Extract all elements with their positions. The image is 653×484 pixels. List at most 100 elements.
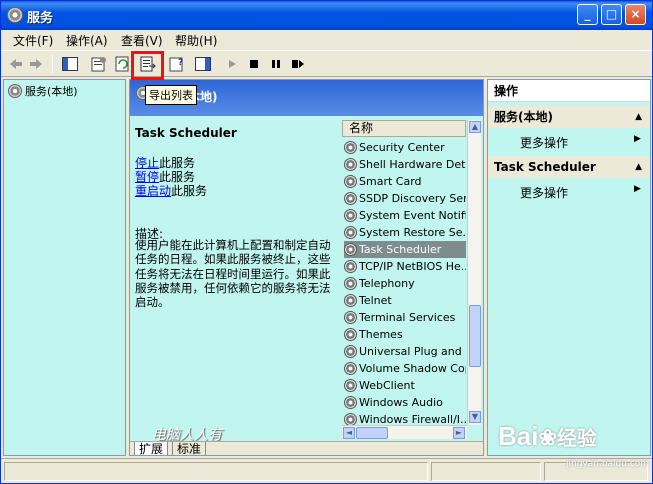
actions-pane: 操作 服务(本地) ▲ 更多操作 ▶ Task Scheduler ▲ 更多操作…	[487, 79, 651, 456]
service-name-label: Security Center	[359, 141, 445, 154]
baidu-url: jingyan.baidu.com	[566, 459, 650, 469]
description-text: 使用户能在此计算机上配置和制定自动任务的日程。如果此服务被终止，这些任务将无法在…	[135, 238, 331, 310]
restart-service-icon[interactable]	[289, 55, 307, 73]
list-item[interactable]: Universal Plug and ...	[344, 343, 466, 360]
scroll-thumb[interactable]	[469, 305, 481, 367]
service-gear-icon	[344, 192, 357, 205]
more-actions-label: 更多操作	[520, 136, 569, 150]
list-item[interactable]: Security Center	[344, 139, 466, 156]
show-hide-tree-icon[interactable]	[61, 55, 79, 73]
paw-icon: ❀	[538, 425, 557, 450]
service-gear-icon	[344, 209, 357, 222]
list-item[interactable]: System Restore Se...	[344, 224, 466, 241]
maximize-button[interactable]: □	[601, 4, 622, 25]
menu-file[interactable]: 文件(F)	[9, 31, 57, 50]
list-item[interactable]: SSDP Discovery Ser...	[344, 190, 466, 207]
minimize-button[interactable]: _	[577, 4, 598, 25]
horizontal-scrollbar[interactable]: ◄ ►	[342, 425, 467, 439]
services-list: 名称 Security Center Shell Hardware Det... S…	[342, 120, 483, 440]
actions-group-task-scheduler[interactable]: Task Scheduler ▲	[488, 156, 650, 178]
stop-service-icon[interactable]	[245, 55, 263, 73]
list-item[interactable]: WebClient	[344, 377, 466, 394]
menu-help[interactable]: 帮助(H)	[171, 31, 221, 50]
actions-group-label: 服务(本地)	[494, 110, 553, 124]
service-gear-icon	[344, 260, 357, 273]
service-name-label: Terminal Services	[359, 311, 456, 324]
list-item[interactable]: Smart Card	[344, 173, 466, 190]
service-name-label: WebClient	[359, 379, 415, 392]
vertical-scrollbar[interactable]: ▲ ▼	[467, 120, 481, 425]
console-tree: 服务(本地)	[3, 79, 126, 456]
more-actions-item[interactable]: 更多操作 ▶	[520, 134, 641, 151]
more-actions-label: 更多操作	[520, 186, 569, 200]
refresh-icon[interactable]	[114, 55, 132, 73]
list-item[interactable]: Windows Audio	[344, 394, 466, 411]
more-actions-item[interactable]: 更多操作 ▶	[520, 184, 641, 201]
tree-item-services-local[interactable]: 服务(本地)	[8, 83, 78, 99]
tab-extended[interactable]: 扩展	[134, 442, 169, 455]
service-gear-icon	[344, 277, 357, 290]
list-item[interactable]: Shell Hardware Det...	[344, 156, 466, 173]
help-icon[interactable]: ?	[168, 55, 186, 73]
list-item[interactable]: TCP/IP NetBIOS He...	[344, 258, 466, 275]
menu-action[interactable]: 操作(A)	[62, 31, 112, 50]
scroll-left-icon[interactable]: ◄	[343, 427, 355, 439]
actions-group-services[interactable]: 服务(本地) ▲	[488, 106, 650, 128]
tree-item-label: 服务(本地)	[25, 85, 78, 98]
service-name-label: Universal Plug and ...	[359, 345, 466, 358]
service-gear-icon	[344, 175, 357, 188]
service-gear-icon	[344, 158, 357, 171]
list-item[interactable]: System Event Notifi...	[344, 207, 466, 224]
properties-icon[interactable]	[90, 55, 108, 73]
list-item[interactable]: Terminal Services	[344, 309, 466, 326]
scroll-up-icon[interactable]: ▲	[469, 121, 481, 133]
list-item[interactable]: Themes	[344, 326, 466, 343]
status-bar	[1, 458, 652, 483]
services-app-icon	[7, 7, 23, 23]
submenu-arrow-icon: ▶	[634, 184, 641, 194]
list-item[interactable]: Telnet	[344, 292, 466, 309]
service-name-label: SSDP Discovery Ser...	[359, 192, 466, 205]
service-gear-icon	[344, 243, 357, 256]
collapse-up-icon[interactable]: ▲	[635, 106, 642, 128]
service-gear-icon	[344, 226, 357, 239]
service-gear-icon	[344, 311, 357, 324]
service-name-label: TCP/IP NetBIOS He...	[359, 260, 466, 273]
service-gear-icon	[344, 294, 357, 307]
service-name-label: System Restore Se...	[359, 226, 466, 239]
submenu-arrow-icon: ▶	[634, 134, 641, 144]
service-description-panel: Task Scheduler 停止此服务 暂停此服务 重启动此服务 描述: 使用…	[130, 116, 337, 441]
scroll-down-icon[interactable]: ▼	[469, 411, 481, 423]
service-gear-icon	[344, 396, 357, 409]
title-bar[interactable]: 服务 _ □ ×	[1, 1, 652, 30]
show-hide-action-pane-icon[interactable]	[194, 55, 212, 73]
menu-bar: 文件(F) 操作(A) 查看(V) 帮助(H)	[1, 30, 652, 49]
list-item[interactable]: Volume Shadow Copy	[344, 360, 466, 377]
service-name-label: Themes	[359, 328, 403, 341]
scroll-right-icon[interactable]: ►	[453, 427, 465, 439]
service-name-label: System Event Notifi...	[359, 209, 466, 222]
service-name-label: Windows Audio	[359, 396, 443, 409]
menu-view[interactable]: 查看(V)	[117, 31, 167, 50]
toolbar-separator	[52, 55, 53, 73]
list-item[interactable]: Telephony	[344, 275, 466, 292]
service-name-label: Telnet	[359, 294, 392, 307]
column-header-name[interactable]: 名称	[342, 120, 466, 137]
services-window: 服务 _ □ × 文件(F) 操作(A) 查看(V) 帮助(H) ? 导出列表 …	[0, 0, 653, 484]
collapse-up-icon[interactable]: ▲	[635, 156, 642, 178]
list-item[interactable]: Task Scheduler	[344, 241, 466, 258]
restart-service-link[interactable]: 重启动	[135, 184, 171, 198]
scroll-thumb[interactable]	[356, 427, 388, 439]
view-tabs: 扩展 标准	[130, 441, 483, 455]
service-gear-icon	[344, 362, 357, 375]
baidu-watermark: Bai❀经验	[498, 421, 597, 452]
service-name-label: Shell Hardware Det...	[359, 158, 466, 171]
close-button[interactable]: ×	[625, 4, 646, 25]
baidu-logo-text: Bai	[498, 421, 539, 451]
actions-group-label: Task Scheduler	[494, 160, 596, 174]
forward-arrow-icon[interactable]	[27, 55, 45, 73]
tab-standard[interactable]: 标准	[172, 442, 207, 455]
start-service-icon[interactable]	[223, 55, 241, 73]
back-arrow-icon[interactable]	[7, 55, 25, 73]
pause-service-icon[interactable]	[267, 55, 285, 73]
